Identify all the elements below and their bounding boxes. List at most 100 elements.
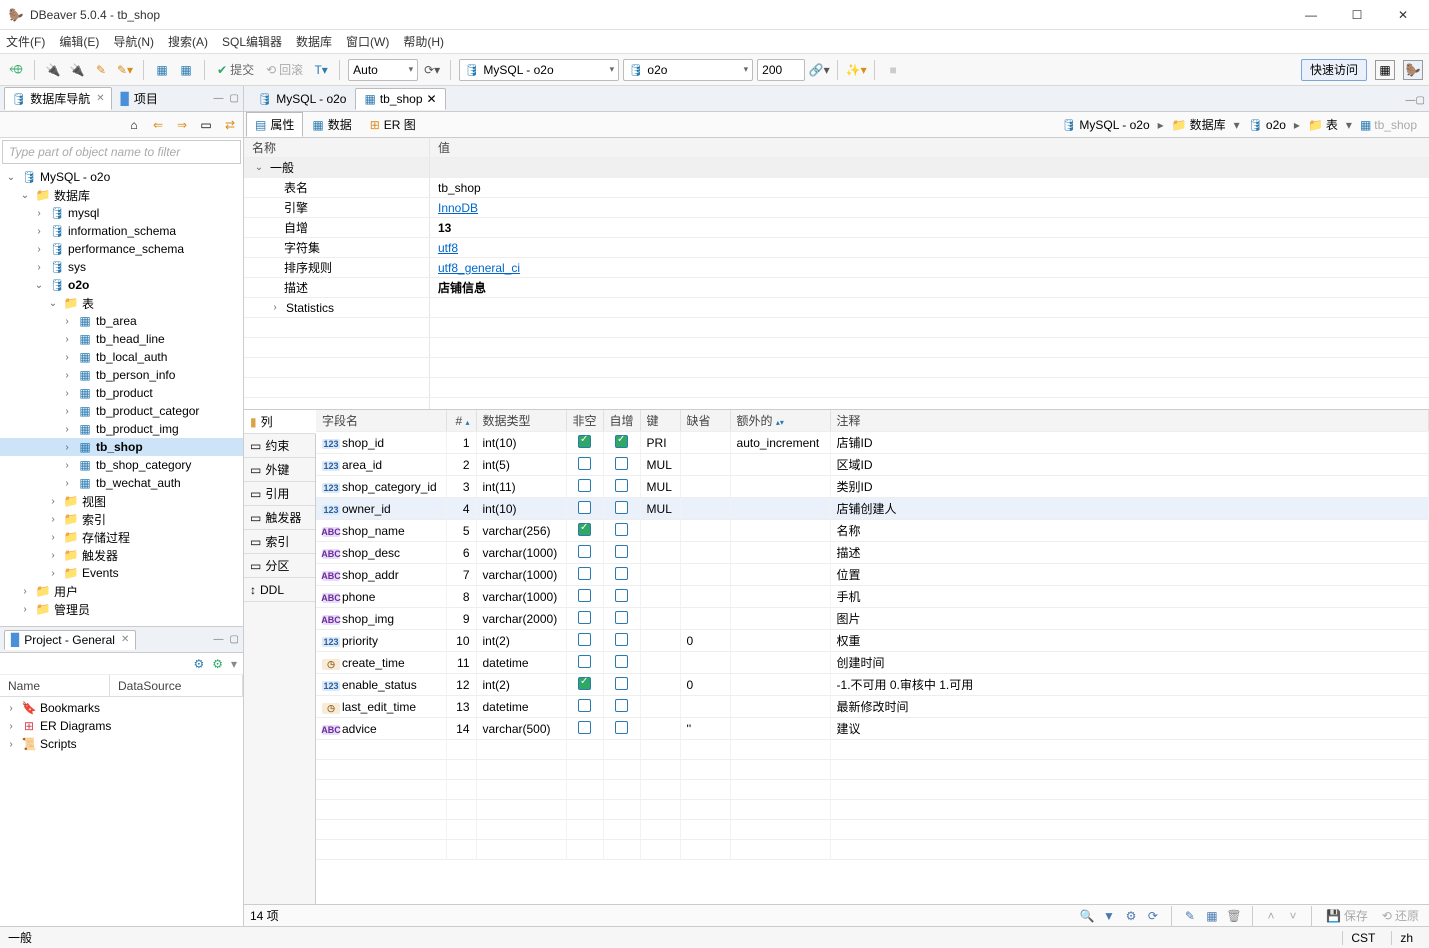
editor-tab-connection[interactable]: 🛢MySQL - o2o: [248, 88, 355, 110]
refresh-icon[interactable]: ⟳▾: [422, 60, 442, 80]
menu-edit[interactable]: 编辑(E): [59, 33, 99, 50]
edit-icon[interactable]: ✎: [1182, 908, 1198, 924]
link-icon[interactable]: 🔗▾: [809, 60, 829, 80]
column-row[interactable]: 123priority10int(2)0权重: [316, 630, 1429, 652]
nav-panel-header: 🛢数据库导航✕ ▉项目 — ▢: [0, 86, 243, 112]
subtab-er[interactable]: ⊞ER 图: [361, 112, 425, 137]
up-icon[interactable]: ˄: [1263, 908, 1279, 924]
menu-window[interactable]: 窗口(W): [346, 33, 389, 50]
nav-home-icon[interactable]: ⌂: [125, 116, 143, 134]
side-tab-partition[interactable]: ▭分区: [244, 554, 315, 578]
column-row[interactable]: 123owner_id4int(10)MUL店铺创建人: [316, 498, 1429, 520]
maximize-icon[interactable]: ▢: [230, 93, 239, 104]
side-tab-ref[interactable]: ▭引用: [244, 482, 315, 506]
side-tab-triggers[interactable]: ▭触发器: [244, 506, 315, 530]
rollback-button[interactable]: ⟲回滚: [262, 61, 307, 78]
side-tab-index[interactable]: ▭索引: [244, 530, 315, 554]
close-icon[interactable]: ✕: [96, 93, 104, 104]
disconnect-icon[interactable]: 🔌: [67, 60, 87, 80]
maximize-icon[interactable]: ▢: [1416, 95, 1425, 106]
column-row[interactable]: ABCphone8varchar(1000)手机: [316, 586, 1429, 608]
add-icon[interactable]: ▦: [1204, 908, 1220, 924]
nav-tab-dbnav[interactable]: 🛢数据库导航✕: [4, 87, 112, 110]
gear-icon[interactable]: ⚙: [193, 657, 204, 671]
nav-back-icon[interactable]: ⇐: [149, 116, 167, 134]
refresh-icon[interactable]: ⟳: [1145, 908, 1161, 924]
close-icon[interactable]: ✕: [121, 634, 129, 645]
side-tab-columns[interactable]: ▮列: [244, 410, 316, 434]
database-tree[interactable]: ⌄🛢MySQL - o2o ⌄📁数据库 ›🛢mysql ›🛢informatio…: [0, 166, 243, 626]
wand-icon[interactable]: ✨▾: [846, 60, 866, 80]
sort-asc-icon[interactable]: ▴▾: [776, 418, 784, 427]
connect-icon[interactable]: 🔌: [43, 60, 63, 80]
connection-combo[interactable]: 🛢MySQL - o2o▾: [459, 59, 619, 81]
sql-editor-icon[interactable]: ✎: [91, 60, 111, 80]
perspective-icon1[interactable]: ▦: [1375, 60, 1395, 80]
column-row[interactable]: 123area_id2int(5)MUL区域ID: [316, 454, 1429, 476]
column-row[interactable]: 123shop_category_id3int(11)MUL类别ID: [316, 476, 1429, 498]
stop-icon[interactable]: ■: [883, 60, 903, 80]
nav-tab-project[interactable]: ▉项目: [114, 87, 165, 110]
sort-asc-icon[interactable]: ▴: [465, 418, 469, 427]
nav-link-icon[interactable]: ⇄: [221, 116, 239, 134]
project-col-name[interactable]: Name: [0, 675, 110, 696]
project-tree[interactable]: ›🔖Bookmarks ›⊞ER Diagrams ›📜Scripts: [0, 697, 243, 926]
column-row[interactable]: ABCshop_name5varchar(256)名称: [316, 520, 1429, 542]
sql-script-icon[interactable]: ✎▾: [115, 60, 135, 80]
side-tab-constraints[interactable]: ▭约束: [244, 434, 315, 458]
editor-tab-tbshop[interactable]: ▦tb_shop✕: [355, 88, 445, 110]
maximize-icon[interactable]: ▢: [230, 634, 239, 645]
properties-grid[interactable]: 名称值 ⌄一般 表名tb_shop 引擎InnoDB 自增13 字符集utf8 …: [244, 138, 1429, 410]
nav-collapse-icon[interactable]: ▭: [197, 116, 215, 134]
minimize-icon[interactable]: —: [214, 93, 224, 104]
menu-search[interactable]: 搜索(A): [168, 33, 208, 50]
down-icon[interactable]: ˅: [1285, 908, 1301, 924]
commit-button[interactable]: ✔提交: [213, 61, 258, 78]
menu-file[interactable]: 文件(F): [6, 33, 45, 50]
perspective-icon2[interactable]: 🦫: [1403, 60, 1423, 80]
close-icon[interactable]: ✕: [427, 92, 437, 106]
maximize-button[interactable]: ☐: [1343, 5, 1371, 25]
revert-button[interactable]: ⟲ 还原: [1378, 907, 1423, 924]
side-tab-fk[interactable]: ▭外键: [244, 458, 315, 482]
column-row[interactable]: ◷create_time11datetime创建时间: [316, 652, 1429, 674]
subtab-data[interactable]: ▦数据: [303, 112, 360, 137]
database-combo[interactable]: 🛢o2o▾: [623, 59, 753, 81]
side-tab-ddl[interactable]: ↕DDL: [244, 578, 315, 602]
auto-combo[interactable]: Auto▾: [348, 59, 418, 81]
column-row[interactable]: ABCshop_img9varchar(2000)图片: [316, 608, 1429, 630]
column-row[interactable]: ABCshop_desc6varchar(1000)描述: [316, 542, 1429, 564]
minimize-button[interactable]: —: [1297, 5, 1325, 25]
search-icon[interactable]: 🔍: [1079, 908, 1095, 924]
config-icon[interactable]: ⚙: [212, 657, 223, 671]
menu-sqleditor[interactable]: SQL编辑器: [222, 33, 282, 50]
menu-icon[interactable]: ▾: [231, 657, 237, 671]
new-connection-icon[interactable]: ⬲: [6, 60, 26, 80]
save-button[interactable]: 💾 保存: [1322, 907, 1372, 924]
delete-icon[interactable]: 🗑: [1226, 908, 1242, 924]
tool-icon2[interactable]: ▦: [176, 60, 196, 80]
column-row[interactable]: ◷last_edit_time13datetime最新修改时间: [316, 696, 1429, 718]
quick-access[interactable]: 快速访问: [1301, 59, 1367, 81]
txn-icon[interactable]: T▾: [311, 60, 331, 80]
nav-filter-input[interactable]: Type part of object name to filter: [2, 140, 241, 164]
filter-icon[interactable]: ▼: [1101, 908, 1117, 924]
project-col-ds[interactable]: DataSource: [110, 675, 243, 696]
project-tab[interactable]: ▉Project - General✕: [4, 630, 136, 650]
column-row[interactable]: 123shop_id1int(10)PRIauto_increment店铺ID: [316, 432, 1429, 454]
limit-input[interactable]: 200: [757, 59, 805, 81]
close-button[interactable]: ✕: [1389, 5, 1417, 25]
subtab-properties[interactable]: ▤属性: [246, 112, 303, 137]
column-row[interactable]: 123enable_status12int(2)0-1.不可用 0.审核中 1.…: [316, 674, 1429, 696]
tool-icon1[interactable]: ▦: [152, 60, 172, 80]
menu-database[interactable]: 数据库: [296, 33, 332, 50]
minimize-icon[interactable]: —: [214, 634, 224, 645]
minimize-icon[interactable]: —: [1406, 95, 1416, 106]
nav-fwd-icon[interactable]: ⇒: [173, 116, 191, 134]
column-row[interactable]: ABCadvice14varchar(500)''建议: [316, 718, 1429, 740]
column-row[interactable]: ABCshop_addr7varchar(1000)位置: [316, 564, 1429, 586]
menu-help[interactable]: 帮助(H): [403, 33, 444, 50]
settings-icon[interactable]: ⚙: [1123, 908, 1139, 924]
columns-grid[interactable]: 字段名 # ▴ 数据类型 非空 自增 键 缺省 额外的 ▴▾ 注释 123sho…: [316, 410, 1429, 904]
menu-navigate[interactable]: 导航(N): [113, 33, 154, 50]
